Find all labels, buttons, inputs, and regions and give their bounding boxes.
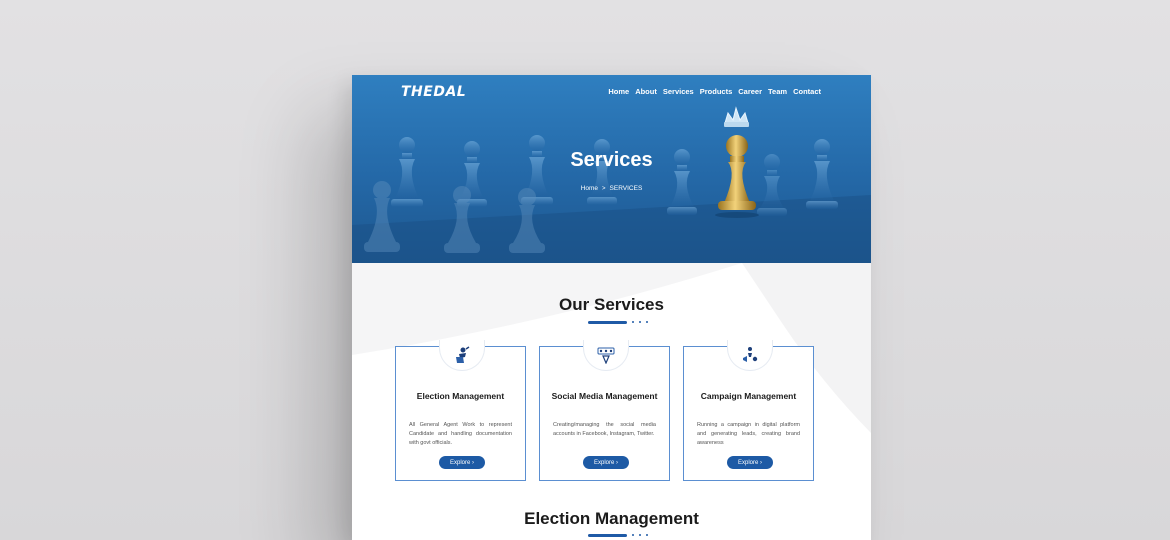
website-mockup: THEDAL Home About Services Products Care… xyxy=(352,75,871,540)
title-dot xyxy=(639,534,641,536)
card-title: Campaign Management xyxy=(700,391,797,401)
service-card-campaign: Campaign Management Running a campaign i… xyxy=(683,340,814,481)
explore-label: Explore xyxy=(737,459,759,466)
card-title: Social Media Management xyxy=(551,391,658,401)
brand-logo[interactable]: THEDAL xyxy=(401,84,466,100)
icon-holder xyxy=(583,340,629,371)
card-description: Running a campaign in digital platform a… xyxy=(697,422,800,446)
main-navigation: Home About Services Products Career Team… xyxy=(608,87,821,96)
card-title: Election Management xyxy=(416,391,505,401)
card-description: All General Agent Work to represent Cand… xyxy=(409,422,512,446)
explore-label: Explore xyxy=(449,459,471,466)
nav-item-team[interactable]: Team xyxy=(768,87,787,96)
election-section-title: Election Management xyxy=(524,509,699,528)
card-description: Creating/managing the social media accou… xyxy=(553,422,656,437)
social-network-icon xyxy=(597,347,615,364)
nav-item-services[interactable]: Services xyxy=(663,87,694,96)
chevron-right-icon: › xyxy=(760,459,762,466)
explore-button[interactable]: Explore › xyxy=(727,456,773,469)
breadcrumb-current: SERVICES xyxy=(609,185,643,192)
icon-holder xyxy=(439,340,485,371)
nav-item-home[interactable]: Home xyxy=(608,87,629,96)
explore-button[interactable]: Explore › xyxy=(583,456,629,469)
chevron-right-icon: › xyxy=(616,459,618,466)
title-dot xyxy=(646,321,648,323)
chevron-right-icon: › xyxy=(472,459,474,466)
page-title: Services xyxy=(570,149,653,171)
title-dot xyxy=(639,321,641,323)
nav-item-contact[interactable]: Contact xyxy=(793,87,821,96)
title-dot xyxy=(632,534,634,536)
title-dot xyxy=(632,321,634,323)
voter-icon xyxy=(456,346,470,363)
service-card-election: Election Management All General Agent Wo… xyxy=(395,340,526,481)
explore-label: Explore xyxy=(593,459,615,466)
explore-button[interactable]: Explore › xyxy=(439,456,485,469)
breadcrumb-separator-icon: > xyxy=(602,186,606,192)
service-card-social: Social Media Management Creating/managin… xyxy=(539,340,670,481)
megaphone-icon xyxy=(743,347,758,362)
nav-item-about[interactable]: About xyxy=(635,87,657,96)
breadcrumb: Home > SERVICES xyxy=(352,185,871,192)
nav-item-products[interactable]: Products xyxy=(700,87,733,96)
title-underline xyxy=(588,534,627,537)
services-section-title: Our Services xyxy=(559,295,664,314)
title-dot xyxy=(646,534,648,536)
icon-holder xyxy=(727,340,773,371)
title-underline xyxy=(588,321,627,324)
breadcrumb-home-link[interactable]: Home xyxy=(581,185,598,192)
hero-banner: THEDAL Home About Services Products Care… xyxy=(352,75,871,263)
nav-item-career[interactable]: Career xyxy=(738,87,762,96)
